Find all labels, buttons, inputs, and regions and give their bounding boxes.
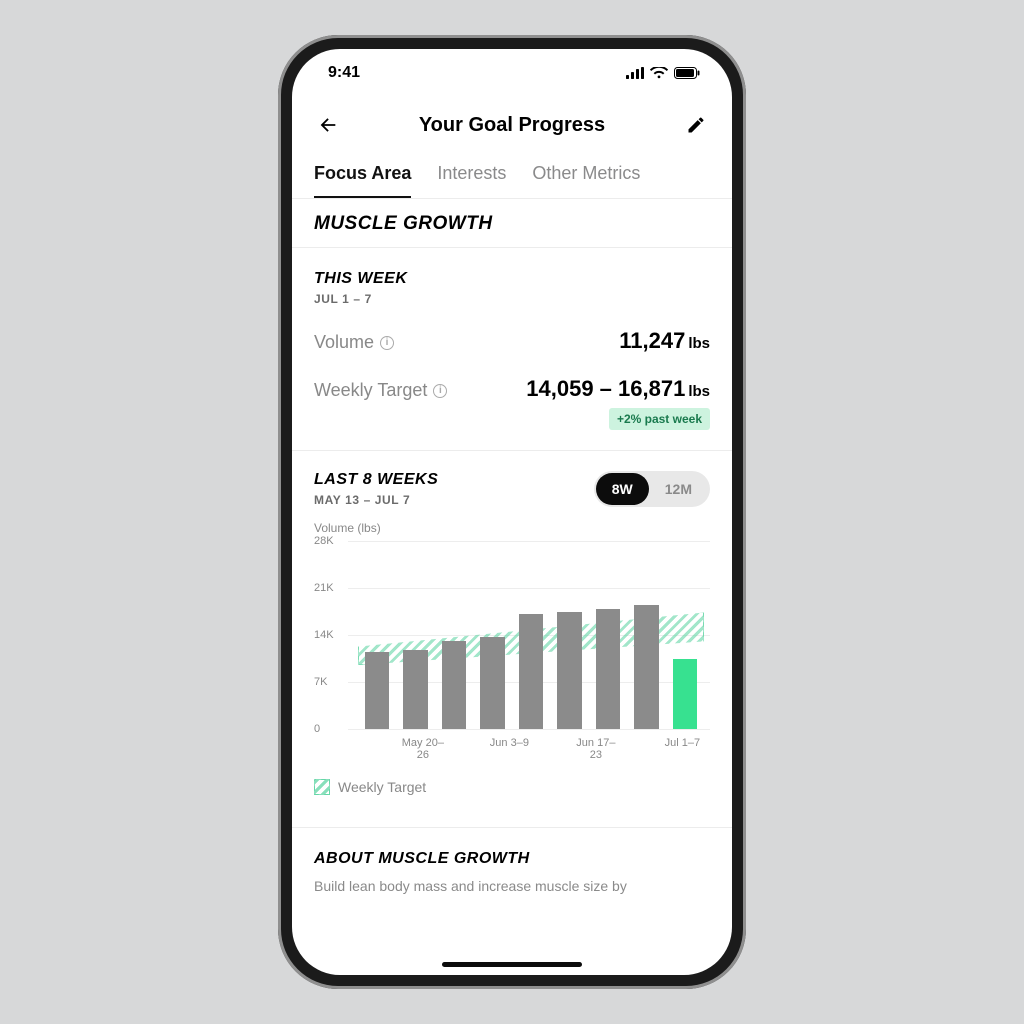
status-icons <box>626 67 700 79</box>
tab-other-metrics[interactable]: Other Metrics <box>532 163 640 198</box>
tab-focus-area[interactable]: Focus Area <box>314 163 411 198</box>
volume-unit: lbs <box>688 335 710 352</box>
home-indicator[interactable] <box>442 962 582 967</box>
arrow-left-icon <box>317 114 339 136</box>
target-label: Weekly Target i <box>314 380 447 401</box>
legend-label-target: Weekly Target <box>338 779 426 795</box>
last8-heading-wrap: LAST 8 WEEKS MAY 13 – JUL 7 <box>314 471 438 507</box>
this-week-date-range: JUL 1 – 7 <box>314 292 710 306</box>
last8-date-range: MAY 13 – JUL 7 <box>314 493 438 507</box>
volume-value-wrap: 11,247lbs <box>619 328 710 354</box>
about-heading: ABOUT MUSCLE GROWTH <box>314 850 710 868</box>
about-section: ABOUT MUSCLE GROWTH Build lean body mass… <box>292 827 732 897</box>
edit-button[interactable] <box>682 111 710 139</box>
chart-x-ticks: May 20–26 Jun 3–9 Jun 17–23 Jul 1–7 <box>314 729 710 761</box>
tab-interests[interactable]: Interests <box>437 163 506 198</box>
x-tick-jul1: Jul 1–7 <box>661 737 704 761</box>
target-unit: lbs <box>688 383 710 400</box>
legend-swatch-target <box>314 779 330 795</box>
chart-legend: Weekly Target <box>314 779 710 795</box>
y-tick-28k: 28K <box>314 535 334 547</box>
volume-value: 11,247 <box>619 328 685 353</box>
bar-7 <box>596 609 620 729</box>
pencil-icon <box>686 115 706 135</box>
delta-badge: +2% past week <box>609 408 710 430</box>
target-row: Weekly Target i 14,059 – 16,871lbs <box>314 376 710 402</box>
bar-2 <box>403 650 427 729</box>
volume-label: Volume i <box>314 332 394 353</box>
info-icon[interactable]: i <box>380 336 394 350</box>
section-header: MUSCLE GROWTH <box>292 199 732 248</box>
y-tick-21k: 21K <box>314 582 334 594</box>
toggle-12m[interactable]: 12M <box>649 473 708 505</box>
back-button[interactable] <box>314 111 342 139</box>
x-tick-jun17: Jun 17–23 <box>574 737 617 761</box>
target-label-text: Weekly Target <box>314 380 427 401</box>
range-toggle: 8W 12M <box>594 471 710 507</box>
this-week-panel: THIS WEEK JUL 1 – 7 Volume i 11,247lbs W… <box>292 248 732 451</box>
bar-6 <box>557 612 581 729</box>
status-time: 9:41 <box>328 64 360 82</box>
target-value: 14,059 – 16,871 <box>526 376 685 401</box>
bar-8 <box>634 605 658 729</box>
x-tick-jun3: Jun 3–9 <box>488 737 531 761</box>
tabs: Focus Area Interests Other Metrics <box>292 153 732 199</box>
volume-label-text: Volume <box>314 332 374 353</box>
delta-badge-wrap: +2% past week <box>314 408 710 430</box>
info-icon[interactable]: i <box>433 384 447 398</box>
page-title: Your Goal Progress <box>419 114 605 137</box>
target-value-wrap: 14,059 – 16,871lbs <box>526 376 710 402</box>
device-frame: 9:41 Your Goal Progress Focus Area Inter… <box>278 35 746 989</box>
this-week-heading: THIS WEEK <box>314 270 710 288</box>
volume-row: Volume i 11,247lbs <box>314 328 710 354</box>
bar-5 <box>519 614 543 729</box>
y-tick-7k: 7K <box>314 676 327 688</box>
last8-header: LAST 8 WEEKS MAY 13 – JUL 7 8W 12M <box>314 471 710 507</box>
y-tick-14k: 14K <box>314 629 334 641</box>
battery-icon <box>674 67 700 79</box>
bar-1 <box>365 652 389 729</box>
wifi-icon <box>650 67 668 79</box>
last8-heading: LAST 8 WEEKS <box>314 471 438 489</box>
chart-y-axis-title: Volume (lbs) <box>314 521 710 535</box>
chart-bars <box>358 541 704 729</box>
x-tick-may20: May 20–26 <box>401 737 444 761</box>
volume-chart: 0 7K 14K 21K 28K <box>314 541 710 729</box>
status-bar: 9:41 <box>292 49 732 97</box>
bar-3 <box>442 641 466 729</box>
about-body: Build lean body mass and increase muscle… <box>314 876 710 897</box>
screen: 9:41 Your Goal Progress Focus Area Inter… <box>292 49 732 975</box>
nav-bar: Your Goal Progress <box>292 97 732 153</box>
last-8-weeks-panel: LAST 8 WEEKS MAY 13 – JUL 7 8W 12M Volum… <box>292 451 732 805</box>
toggle-8w[interactable]: 8W <box>596 473 649 505</box>
cellular-icon <box>626 67 644 79</box>
bar-4 <box>480 637 504 729</box>
y-tick-0: 0 <box>314 723 320 735</box>
bar-current <box>673 659 697 729</box>
